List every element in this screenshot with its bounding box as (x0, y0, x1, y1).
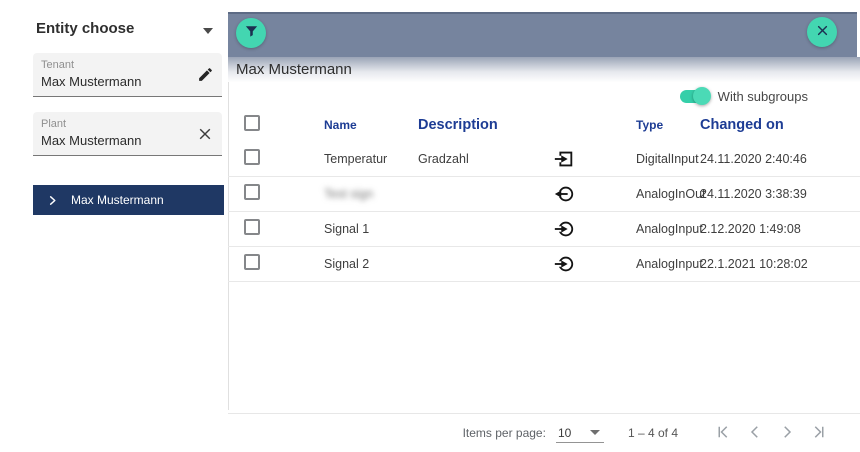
filter-button[interactable] (236, 18, 266, 48)
table-row[interactable]: Signal 1 AnalogInput 2.12.2020 1:49:08 (228, 212, 860, 247)
with-subgroups-label: With subgroups (718, 89, 808, 104)
first-page-icon (714, 423, 732, 444)
cell-name: Signal 1 (324, 222, 418, 236)
chevron-right-icon[interactable] (47, 195, 58, 206)
cell-changed-on: 24.11.2020 3:38:39 (700, 187, 860, 201)
column-header-description[interactable]: Description (418, 117, 528, 133)
subgroups-row: With subgroups (228, 84, 860, 108)
page-size-select[interactable]: 10 (556, 423, 604, 443)
first-page-button[interactable] (710, 420, 736, 446)
row-checkbox[interactable] (244, 149, 260, 165)
last-page-icon (810, 423, 828, 444)
signals-table: Name Description Type Changed on Tempera… (228, 108, 860, 282)
edit-pencil-icon (197, 66, 214, 86)
circle-input-icon (528, 218, 600, 240)
previous-page-button[interactable] (742, 420, 768, 446)
clear-plant-button[interactable] (193, 123, 217, 147)
paginator: Items per page: 10 1 – 4 of 4 (228, 413, 860, 452)
next-page-icon (778, 423, 796, 444)
column-header-name[interactable]: Name (324, 118, 418, 132)
plant-field[interactable]: Plant Max Mustermann (33, 112, 222, 156)
table-row[interactable]: Signal 2 AnalogInput 22.1.2021 10:28:02 (228, 247, 860, 282)
edit-tenant-button[interactable] (193, 64, 217, 88)
last-page-button[interactable] (806, 420, 832, 446)
page-range-label: 1 – 4 of 4 (628, 426, 678, 440)
cell-name: Signal 2 (324, 257, 418, 271)
items-per-page-label: Items per page: (463, 426, 546, 440)
cell-changed-on: 2.12.2020 1:49:08 (700, 222, 860, 236)
circle-input-icon (528, 253, 600, 275)
cell-description: Gradzahl (418, 152, 528, 166)
with-subgroups-toggle[interactable] (680, 90, 708, 103)
select-all-checkbox[interactable] (244, 115, 260, 131)
next-page-button[interactable] (774, 420, 800, 446)
column-header-changed-on[interactable]: Changed on (700, 117, 860, 133)
cell-type: AnalogInput (600, 257, 700, 271)
close-button[interactable] (807, 17, 837, 47)
row-checkbox[interactable] (244, 254, 260, 270)
cell-name-redacted: Test sign (324, 187, 418, 201)
caret-down-icon[interactable] (203, 28, 213, 34)
column-header-type[interactable]: Type (600, 118, 700, 132)
tenant-field[interactable]: Tenant Max Mustermann (33, 53, 222, 97)
close-x-icon (816, 24, 829, 40)
cell-changed-on: 22.1.2021 10:28:02 (700, 257, 860, 271)
table-header-row: Name Description Type Changed on (228, 108, 860, 142)
previous-page-icon (746, 423, 764, 444)
table-row[interactable]: Temperatur Gradzahl DigitalInput 24.11.2… (228, 142, 860, 177)
entity-sidebar: Entity choose Tenant Max Mustermann Plan… (0, 0, 228, 452)
entity-choose-header[interactable]: Entity choose (36, 20, 216, 37)
cell-type: DigitalInput (600, 152, 700, 166)
caret-down-icon (590, 430, 600, 435)
filter-funnel-icon (244, 24, 259, 42)
page-size-value: 10 (558, 426, 571, 440)
cell-name: Temperatur (324, 152, 418, 166)
tree-item-max-mustermann[interactable]: Max Mustermann (33, 185, 224, 215)
clear-x-icon (197, 126, 213, 145)
panel-title-strip: Max Mustermann (228, 57, 860, 82)
cell-changed-on: 24.11.2020 2:40:46 (700, 152, 860, 166)
row-checkbox[interactable] (244, 184, 260, 200)
toggle-knob[interactable] (693, 87, 711, 105)
table-row[interactable]: Test sign AnalogInOut 24.11.2020 3:38:39 (228, 177, 860, 212)
cell-type: AnalogInOut (600, 187, 700, 201)
circle-output-icon (528, 183, 600, 205)
cell-type: AnalogInput (600, 222, 700, 236)
panel-toolbar (228, 12, 857, 57)
panel-title: Max Mustermann (228, 61, 352, 78)
row-checkbox[interactable] (244, 219, 260, 235)
box-input-icon (528, 148, 600, 170)
tree-item-label: Max Mustermann (71, 193, 164, 207)
